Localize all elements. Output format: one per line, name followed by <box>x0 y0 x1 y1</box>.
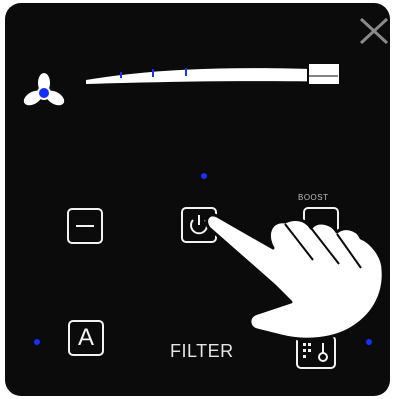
speed-tick <box>185 68 187 76</box>
indicator-dot-top <box>201 173 207 179</box>
speed-tick <box>120 72 122 78</box>
fan-speed-slider[interactable] <box>78 50 348 100</box>
filter-button[interactable] <box>296 335 336 369</box>
boost-button[interactable] <box>303 207 339 243</box>
speed-track <box>86 68 340 84</box>
indicator-dot-left <box>34 339 40 345</box>
boost-label: BOOST <box>298 193 329 202</box>
auto-mode-button[interactable]: A <box>68 320 104 356</box>
indicator-dot-right <box>366 339 372 345</box>
fan-icon <box>22 72 66 116</box>
filter-label: FILTER <box>170 341 234 361</box>
close-icon <box>359 17 389 45</box>
minus-icon <box>76 225 94 227</box>
speed-max-marker <box>307 62 341 86</box>
filter-timer-icon <box>303 343 328 362</box>
decrease-speed-button[interactable] <box>67 208 103 244</box>
speed-tick <box>152 69 154 77</box>
auto-label: A <box>77 324 94 351</box>
power-icon <box>190 215 208 235</box>
power-button[interactable] <box>181 207 217 243</box>
close-button[interactable] <box>358 16 390 46</box>
